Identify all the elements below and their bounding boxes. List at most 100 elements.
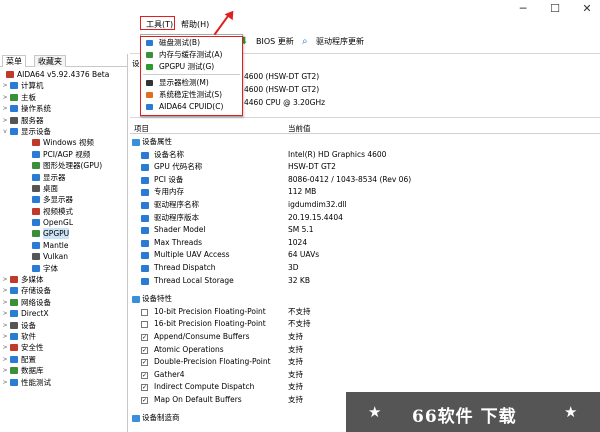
tree-item[interactable]: > DirectX: [0, 308, 127, 319]
tree-item[interactable]: > 软件: [0, 331, 127, 342]
column-header: 项目 当前值: [130, 121, 600, 134]
table-row[interactable]: Shader Model SM 5.1: [130, 224, 600, 237]
expander-icon[interactable]: >: [2, 297, 8, 308]
table-row[interactable]: ✓ Atomic Operations 支持: [130, 344, 600, 357]
minimize-button[interactable]: ─: [512, 2, 534, 16]
feature-value: 不支持: [288, 319, 311, 329]
expander-icon[interactable]: >: [2, 92, 8, 103]
tree-item[interactable]: > 计算机: [0, 80, 127, 91]
tree-item-icon: [10, 82, 18, 90]
tree-item-label: 性能测试: [21, 377, 51, 387]
table-row[interactable]: Multiple UAV Access 64 UAVs: [130, 249, 600, 262]
table-row[interactable]: ✓ Gather4 支持: [130, 369, 600, 382]
property-value: 112 MB: [288, 187, 317, 197]
tree-item[interactable]: 显示器: [0, 172, 127, 183]
table-row[interactable]: GPU 代码名称 HSW-DT GT2: [130, 161, 600, 174]
maximize-button[interactable]: ☐: [544, 2, 566, 16]
column-value[interactable]: 当前值: [288, 123, 311, 134]
tree-item[interactable]: > 网络设备: [0, 297, 127, 308]
tree-item[interactable]: Vulkan: [0, 251, 127, 262]
bios-update-button[interactable]: BIOS 更新: [256, 36, 294, 48]
summary-fragment: 设: [132, 59, 140, 68]
property-icon: [141, 164, 149, 172]
table-row[interactable]: ✓ Double-Precision Floating-Point 支持: [130, 356, 600, 369]
tree-item[interactable]: v 显示设备: [0, 126, 127, 137]
feature-value: 不支持: [288, 306, 311, 316]
property-icon: [141, 277, 149, 285]
expander-icon[interactable]: >: [2, 365, 8, 376]
tree-item[interactable]: 图形处理器(GPU): [0, 160, 127, 171]
tree-item[interactable]: 桌面: [0, 183, 127, 194]
tree-item[interactable]: > 设备: [0, 320, 127, 331]
expander-icon[interactable]: >: [2, 80, 8, 91]
tree-item[interactable]: > 操作系统: [0, 103, 127, 114]
table-row[interactable]: 10-bit Precision Floating-Point 不支持: [130, 306, 600, 319]
tree-item[interactable]: 多显示器: [0, 194, 127, 205]
expander-icon[interactable]: >: [2, 308, 8, 319]
tree-item[interactable]: 字体: [0, 263, 127, 274]
table-row[interactable]: Thread Local Storage 32 KB: [130, 275, 600, 288]
expander-icon[interactable]: >: [2, 331, 8, 342]
feature-value: 支持: [288, 394, 303, 404]
table-row[interactable]: 驱动程序版本 20.19.15.4404: [130, 212, 600, 225]
expander-icon[interactable]: >: [2, 320, 8, 331]
tree-item-icon: [10, 332, 18, 340]
tree-item-icon: [32, 230, 40, 238]
tree-item[interactable]: Windows 视频: [0, 137, 127, 148]
close-button[interactable]: ✕: [576, 2, 598, 16]
tree-item-icon: [10, 127, 18, 135]
tree-item[interactable]: GPGPU: [0, 228, 127, 240]
expander-icon[interactable]: >: [2, 274, 8, 285]
property-name: Thread Dispatch: [154, 262, 216, 272]
checked-checkbox-icon: ✓: [141, 384, 148, 392]
tree-item-label: 操作系统: [21, 104, 51, 114]
feature-name: Append/Consume Buffers: [154, 331, 250, 341]
table-row[interactable]: ✓ Append/Consume Buffers 支持: [130, 331, 600, 344]
checked-checkbox-icon: ✓: [141, 359, 148, 367]
watermark-text: 66软件 下载: [412, 407, 517, 427]
checked-checkbox-icon: ✓: [141, 371, 148, 379]
tree-item[interactable]: > 存储设备: [0, 285, 127, 296]
tree-item[interactable]: > 服务器: [0, 115, 127, 126]
tree-item[interactable]: > 主板: [0, 92, 127, 103]
tree-item[interactable]: Mantle: [0, 240, 127, 251]
expander-icon[interactable]: >: [2, 115, 8, 126]
tree-item-icon: [32, 150, 40, 158]
property-name: Multiple UAV Access: [154, 250, 230, 260]
table-row[interactable]: Max Threads 1024: [130, 237, 600, 250]
tab-favorites[interactable]: 收藏夹: [34, 55, 66, 67]
property-value: SM 5.1: [288, 225, 314, 235]
tree-item-icon: [10, 355, 18, 363]
tree-item[interactable]: OpenGL: [0, 217, 127, 228]
property-icon: [141, 151, 149, 159]
column-item[interactable]: 项目: [134, 123, 149, 134]
expander-icon[interactable]: >: [2, 377, 8, 388]
driver-update-button[interactable]: 驱动程序更新: [316, 36, 364, 48]
tree-item[interactable]: > 安全性: [0, 342, 127, 353]
expander-icon[interactable]: >: [2, 285, 8, 296]
tree-item-icon: [6, 71, 14, 78]
tree-item[interactable]: > 配置: [0, 354, 127, 365]
menu-help[interactable]: 帮助(H): [181, 19, 209, 30]
table-row[interactable]: 驱动程序名称 igdumdim32.dll: [130, 199, 600, 212]
table-row[interactable]: 16-bit Precision Floating-Point 不支持: [130, 318, 600, 331]
tree-item[interactable]: PCI/AGP 视频: [0, 149, 127, 160]
tree-item[interactable]: > 多媒体: [0, 274, 127, 285]
tree-item[interactable]: > 性能测试: [0, 377, 127, 388]
property-name: PCI 设备: [154, 174, 184, 184]
tab-menu[interactable]: 菜单: [2, 55, 26, 67]
table-row[interactable]: 专用内存 112 MB: [130, 186, 600, 199]
table-row[interactable]: PCI 设备 8086-0412 / 1043-8534 (Rev 06): [130, 174, 600, 187]
expander-icon[interactable]: v: [2, 126, 8, 137]
expander-icon[interactable]: >: [2, 354, 8, 365]
tree-item[interactable]: > 数据库: [0, 365, 127, 376]
expander-icon[interactable]: >: [2, 342, 8, 353]
tree-item-label: 多显示器: [43, 195, 73, 205]
tree-item[interactable]: 视频模式: [0, 206, 127, 217]
tree-item-icon: [10, 298, 18, 306]
tree-item-label: Vulkan: [43, 252, 69, 262]
table-row[interactable]: Thread Dispatch 3D: [130, 262, 600, 275]
expander-icon[interactable]: >: [2, 103, 8, 114]
tree-item[interactable]: AIDA64 v5.92.4376 Beta: [0, 69, 127, 80]
table-row[interactable]: 设备名称 Intel(R) HD Graphics 4600: [130, 149, 600, 162]
